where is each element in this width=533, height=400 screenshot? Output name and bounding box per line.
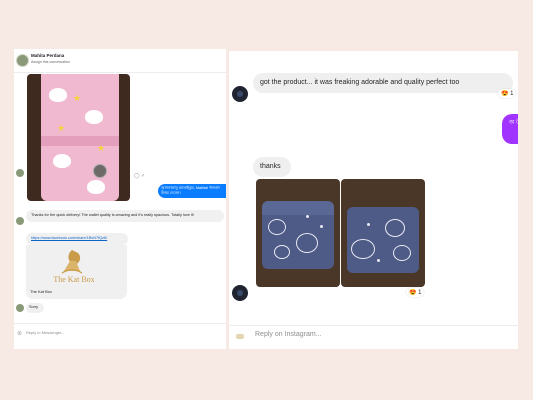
wallet-snap-button bbox=[93, 164, 107, 178]
brand-logo-icon bbox=[236, 334, 244, 339]
incoming-message-link[interactable]: https://www.facebook.com/share/1BvN7fQz6… bbox=[26, 233, 128, 245]
incoming-message-product[interactable]: got the product... it was freaking adora… bbox=[253, 73, 513, 93]
reaction-count: 1 bbox=[418, 290, 422, 296]
avatar bbox=[16, 304, 24, 312]
plus-icon[interactable]: ⊕ bbox=[17, 330, 22, 337]
link-preview-card[interactable]: The Kat Box The Kat Box bbox=[26, 245, 127, 299]
incoming-message-thanks[interactable]: thanks bbox=[253, 157, 291, 177]
cat-print bbox=[85, 110, 103, 124]
incoming-message-sorry[interactable]: Sorry bbox=[26, 303, 44, 313]
seen-check-icon: ◯ ✓ bbox=[134, 173, 146, 179]
cat-print bbox=[268, 219, 286, 235]
star-print: ★ bbox=[97, 143, 106, 153]
pattern-dot bbox=[377, 259, 380, 262]
instagram-compose-bar: Reply on Instagram... bbox=[229, 325, 518, 349]
star-print: ★ bbox=[73, 93, 82, 103]
attached-photo-wallet-2[interactable] bbox=[341, 179, 425, 287]
cat-print bbox=[274, 245, 290, 259]
reaction-emoji-icon[interactable]: 😍 1 bbox=[406, 288, 425, 297]
reply-input[interactable]: Reply on Instagram... bbox=[255, 331, 322, 338]
reply-input[interactable]: Reply in Messenger... bbox=[26, 330, 64, 335]
pattern-dot bbox=[367, 223, 370, 226]
cat-print bbox=[87, 180, 105, 194]
outgoing-message-purple[interactable]: অ উ bbox=[502, 114, 518, 144]
avatar[interactable] bbox=[232, 86, 248, 102]
contact-name[interactable]: Mahita Perdana bbox=[31, 53, 64, 58]
reaction-emoji-icon[interactable]: 😍 1 bbox=[498, 89, 517, 98]
pattern-dot bbox=[320, 225, 323, 228]
cat-print bbox=[49, 88, 67, 102]
link-card-title: The Kat Box bbox=[30, 289, 53, 294]
attached-photo-pink-wallet[interactable]: ★ ★ ★ bbox=[27, 74, 130, 201]
cat-print bbox=[351, 239, 375, 259]
conversation-header: Mahita Perdana Assign this conversation bbox=[14, 49, 226, 73]
assign-conversation-link[interactable]: Assign this conversation bbox=[31, 60, 70, 64]
incoming-message-thanks[interactable]: Thanks for the quick delivery! The walle… bbox=[26, 210, 224, 222]
attached-photo-wallet-1[interactable] bbox=[256, 179, 340, 287]
logo-text: The Kat Box bbox=[53, 275, 95, 284]
cat-print bbox=[296, 233, 318, 253]
instagram-panel: got the product... it was freaking adora… bbox=[229, 51, 518, 349]
cat-print bbox=[53, 154, 71, 168]
avatar[interactable] bbox=[232, 285, 248, 301]
reaction-count: 1 bbox=[510, 91, 514, 97]
messenger-compose-bar: ⊕ Reply in Messenger... bbox=[14, 323, 226, 349]
cat-print bbox=[393, 245, 411, 261]
messenger-panel: Mahita Perdana Assign this conversation … bbox=[14, 49, 226, 349]
wallet-flap bbox=[41, 136, 119, 146]
avatar bbox=[16, 169, 24, 177]
avatar[interactable] bbox=[16, 54, 29, 67]
wallet-flap bbox=[262, 201, 334, 215]
star-print: ★ bbox=[57, 123, 66, 133]
cat-print bbox=[385, 219, 405, 237]
outgoing-message[interactable]: আসসালামু আলাইকুম, Mahita! ধন্যবাদ উত্তর … bbox=[158, 184, 226, 198]
pattern-dot bbox=[306, 215, 309, 218]
avatar bbox=[16, 217, 24, 225]
